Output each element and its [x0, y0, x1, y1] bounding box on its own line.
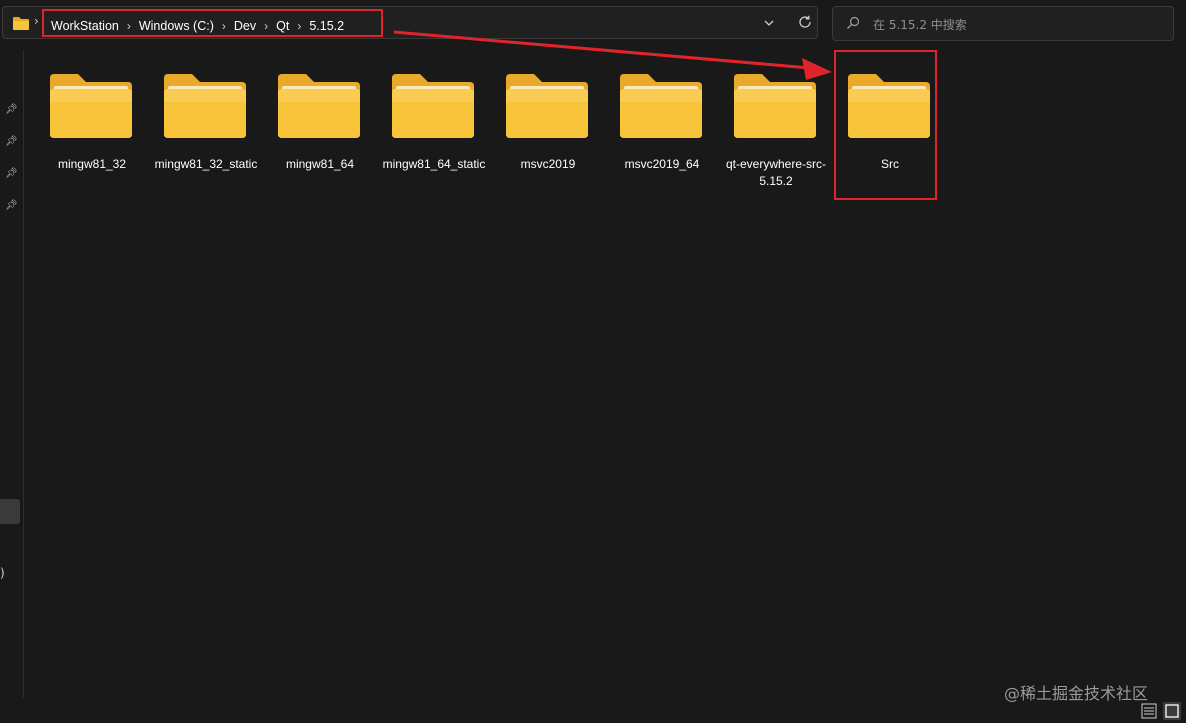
folder-icon [164, 74, 246, 138]
folder-item[interactable]: msvc2019 [492, 64, 604, 192]
folder-icon [734, 74, 816, 138]
folder-name: mingw81_32_static [154, 157, 258, 171]
pin-icon[interactable]: 📌︎ [5, 200, 18, 212]
folder-name: Src [881, 157, 899, 171]
chevron-right-icon[interactable]: › [293, 19, 305, 33]
nav-selected-item[interactable] [0, 499, 20, 524]
breadcrumb-item[interactable]: Windows (C:) [135, 19, 218, 33]
large-icons-view-icon [1165, 704, 1179, 718]
chevron-right-icon[interactable]: › [34, 14, 39, 28]
breadcrumb-item[interactable]: 5.15.2 [305, 19, 348, 33]
folder-name: msvc2019_64 [624, 157, 700, 171]
breadcrumb-item[interactable]: WorkStation [47, 19, 123, 33]
folder-icon [13, 17, 29, 30]
watermark-text: @稀土掘金技术社区 [1004, 684, 1149, 703]
refresh-icon[interactable] [797, 14, 813, 30]
file-explorer-window: › WorkStation › Windows (C:) › Dev › Qt … [0, 0, 1186, 723]
chevron-right-icon[interactable]: › [123, 19, 135, 33]
search-box[interactable]: 在 5.15.2 中搜索 [832, 6, 1174, 41]
folder-icon [620, 74, 702, 138]
folder-name: msvc2019 [520, 157, 576, 171]
pin-icon[interactable]: 📌︎ [5, 104, 18, 116]
breadcrumb-item[interactable]: Qt [272, 19, 293, 33]
details-view-icon [1141, 703, 1157, 719]
folder-icon [50, 74, 132, 138]
chevron-right-icon[interactable]: › [260, 19, 272, 33]
breadcrumb: WorkStation › Windows (C:) › Dev › Qt › … [47, 14, 348, 38]
nav-item-label[interactable]: ) [0, 566, 5, 580]
folder-icon [848, 74, 930, 138]
search-input[interactable]: 在 5.15.2 中搜索 [873, 16, 967, 33]
folder-icon [392, 74, 474, 138]
folder-name: mingw81_64 [285, 157, 355, 171]
chevron-down-icon[interactable] [763, 16, 775, 30]
folder-icon [506, 74, 588, 138]
folder-item[interactable]: qt-everywhere-src-5.15.2 [720, 64, 832, 192]
chevron-right-icon[interactable]: › [218, 19, 230, 33]
folder-item[interactable]: mingw81_64_static [378, 64, 490, 192]
pane-divider[interactable] [23, 50, 24, 698]
breadcrumb-item[interactable]: Dev [230, 19, 260, 33]
large-icons-view-button[interactable] [1163, 702, 1181, 720]
folder-item[interactable]: mingw81_32 [36, 64, 148, 192]
pin-icon[interactable]: 📌︎ [5, 168, 18, 180]
folder-name: mingw81_64_static [382, 157, 486, 171]
folder-item[interactable]: msvc2019_64 [606, 64, 718, 192]
folder-name: mingw81_32 [57, 157, 127, 171]
search-icon [847, 16, 860, 29]
address-bar[interactable]: › WorkStation › Windows (C:) › Dev › Qt … [2, 6, 818, 39]
folder-icon [278, 74, 360, 138]
folder-item[interactable]: Src [834, 64, 946, 192]
details-view-button[interactable] [1140, 702, 1158, 720]
navigation-pane: 📌︎ 📌︎ 📌︎ 📌︎ ) [0, 44, 24, 723]
pin-icon[interactable]: 📌︎ [5, 136, 18, 148]
folder-item[interactable]: mingw81_64 [264, 64, 376, 192]
folder-item[interactable]: mingw81_32_static [150, 64, 262, 192]
folder-name: qt-everywhere-src-5.15.2 [725, 157, 827, 188]
